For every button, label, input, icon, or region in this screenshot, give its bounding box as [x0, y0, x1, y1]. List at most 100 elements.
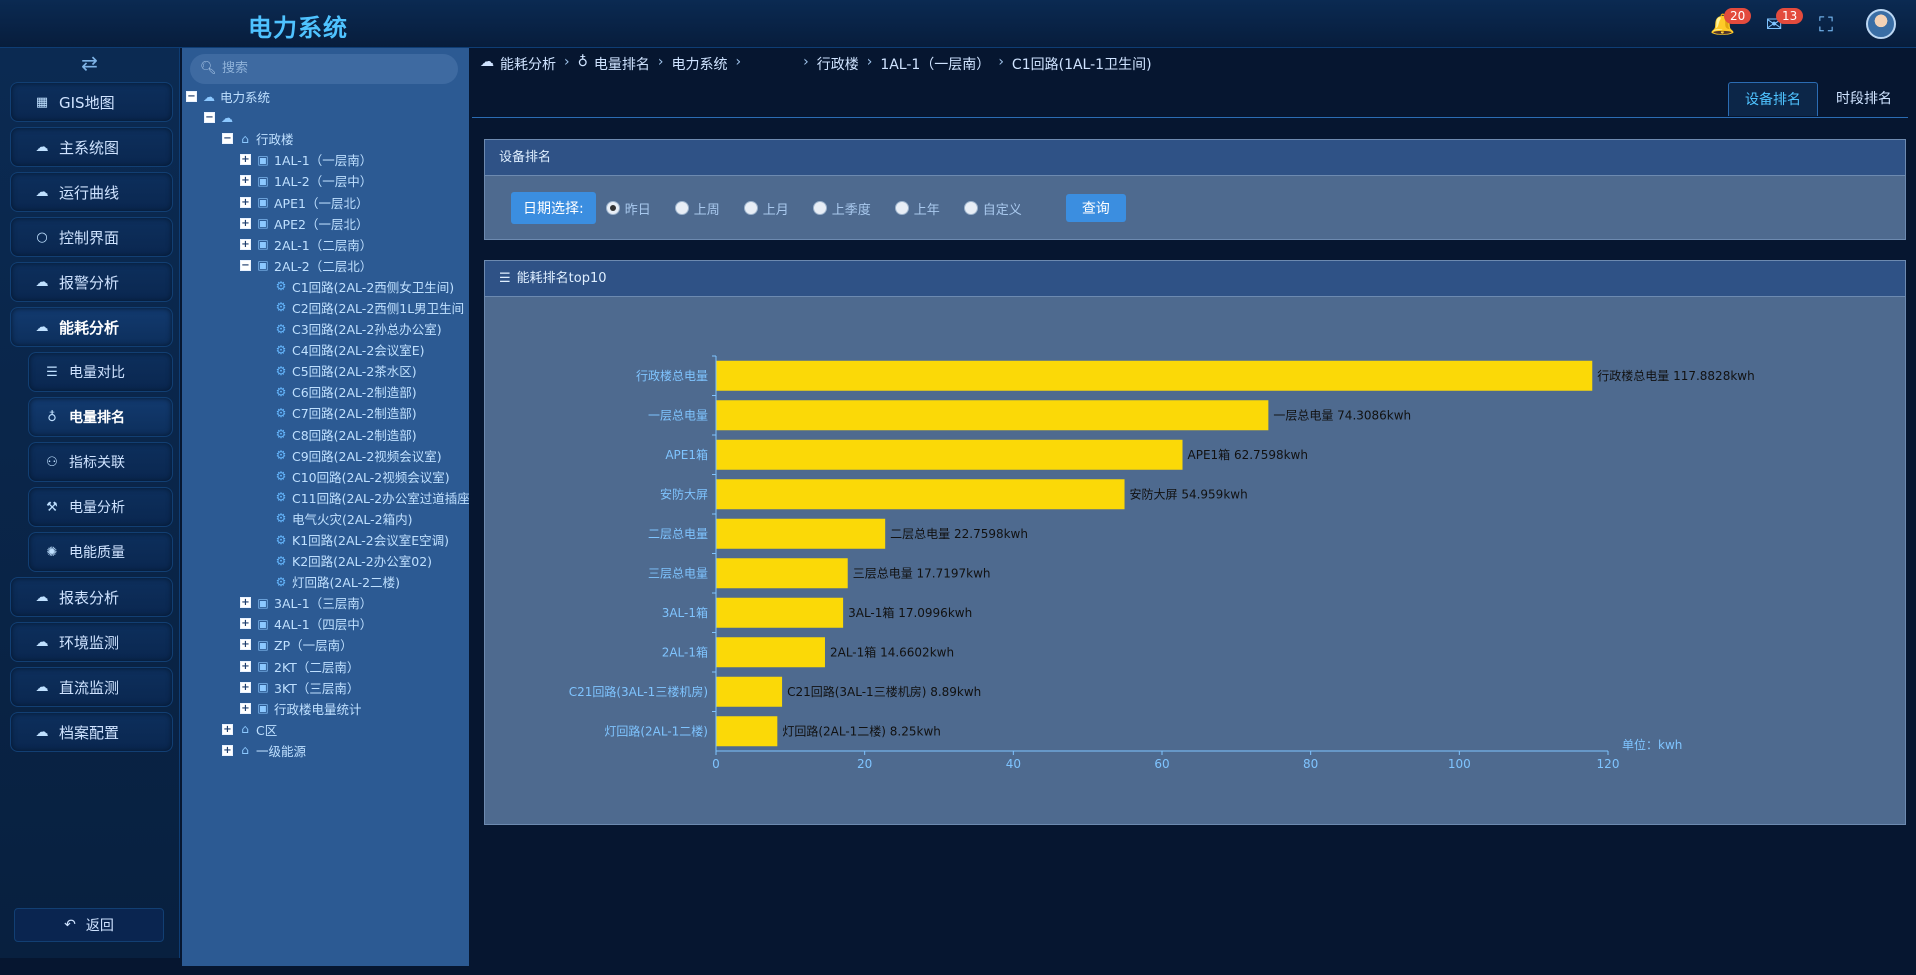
tree-node[interactable]: ⚙ C6回路(2AL-2制造部)	[182, 381, 469, 402]
date-option-radio[interactable]: 自定义	[963, 199, 1022, 218]
tree-node[interactable]: + ▣ 4AL-1（四层中）	[182, 613, 469, 634]
breadcrumb-item[interactable]	[749, 54, 795, 74]
sidebar-item-0[interactable]: ▦ GIS地图	[10, 82, 173, 122]
tab-period-ranking[interactable]: 时段排名	[1820, 82, 1908, 116]
expand-icon[interactable]: +	[222, 723, 233, 735]
expand-icon[interactable]: +	[240, 597, 251, 609]
breadcrumb-item[interactable]: 电力系统	[671, 54, 727, 74]
expand-icon[interactable]: +	[240, 639, 251, 651]
expand-icon[interactable]: +	[240, 702, 251, 714]
expand-icon[interactable]: +	[240, 196, 251, 208]
tree-node[interactable]: + ▣ 3KT（三层南）	[182, 677, 469, 698]
avatar[interactable]	[1866, 9, 1896, 39]
tree-node[interactable]: + ▣ ZP（一层南）	[182, 634, 469, 655]
sidebar-item-4[interactable]: ☁ 报警分析	[10, 262, 173, 302]
radio-icon[interactable]	[674, 201, 689, 215]
radio-icon[interactable]	[894, 201, 909, 215]
date-option-radio[interactable]: 上月	[743, 199, 789, 218]
chip-icon: ⚙	[275, 363, 287, 378]
back-button[interactable]: ↶ 返回	[14, 908, 164, 942]
date-option-radio[interactable]: 上周	[674, 199, 720, 218]
sidebar-item-10[interactable]: ✺ 电能质量	[28, 532, 173, 572]
sidebar-item-2[interactable]: ☁ 运行曲线	[10, 172, 173, 212]
radio-icon[interactable]	[963, 201, 978, 215]
tree-node[interactable]: − ▣ 2AL-2（二层北）	[182, 255, 469, 276]
tree-node[interactable]: + ▣ 1AL-2（一层中）	[182, 170, 469, 191]
sidebar-item-14[interactable]: ☁ 档案配置	[10, 712, 173, 752]
radio-icon[interactable]	[605, 201, 620, 215]
tree-node[interactable]: + ⌂ 一级能源	[182, 740, 469, 761]
tree-node[interactable]: ⚙ 电气火灾(2AL-2箱内)	[182, 508, 469, 529]
date-option-radio[interactable]: 上季度	[812, 199, 871, 218]
collapse-icon[interactable]: −	[204, 112, 215, 124]
tree-node[interactable]: ⚙ K1回路(2AL-2会议室E空调)	[182, 529, 469, 550]
expand-icon[interactable]: +	[240, 154, 251, 166]
tree-node[interactable]: − ⌂ 行政楼	[182, 128, 469, 149]
expand-icon[interactable]: +	[240, 217, 251, 229]
sidebar-item-11[interactable]: ☁ 报表分析	[10, 577, 173, 617]
tree-node[interactable]: + ▣ 3AL-1（三层南）	[182, 592, 469, 613]
breadcrumb-item[interactable]: C1回路(1AL-1卫生间)	[1012, 54, 1152, 74]
breadcrumb-item[interactable]: 1AL-1（一层南）	[880, 54, 990, 74]
tab-device-ranking[interactable]: 设备排名	[1728, 82, 1818, 116]
tree-node[interactable]: + ⌂ C区	[182, 719, 469, 740]
tree-node[interactable]: ⚙ C4回路(2AL-2会议室E)	[182, 339, 469, 360]
sidebar-item-13[interactable]: ☁ 直流监测	[10, 667, 173, 707]
breadcrumb-item[interactable]: 行政楼	[817, 54, 859, 74]
tree-node[interactable]: ⚙ C9回路(2AL-2视频会议室)	[182, 445, 469, 466]
sidebar-item-12[interactable]: ☁ 环境监测	[10, 622, 173, 662]
bar	[716, 400, 1269, 431]
date-option-radio[interactable]: 昨日	[605, 199, 651, 218]
collapse-icon[interactable]: −	[240, 259, 251, 271]
sidebar-item-9[interactable]: ⚒ 电量分析	[28, 487, 173, 527]
sidebar-item-3[interactable]: ○ 控制界面	[10, 217, 173, 257]
tree-node[interactable]: ⚙ K2回路(2AL-2办公室02)	[182, 550, 469, 571]
breadcrumb-item[interactable]: 能耗分析	[500, 54, 556, 74]
sidebar-item-6[interactable]: ☰ 电量对比	[28, 352, 173, 392]
date-select-label: 日期选择:	[511, 192, 596, 224]
chip-icon: ⚙	[275, 384, 287, 399]
radio-icon[interactable]	[812, 201, 827, 215]
tree-node[interactable]: ⚙ C10回路(2AL-2视频会议室)	[182, 466, 469, 487]
radio-icon[interactable]	[743, 201, 758, 215]
expand-icon[interactable]: +	[240, 175, 251, 187]
expand-icon[interactable]: +	[240, 618, 251, 630]
chip-icon: ⚙	[275, 574, 287, 589]
tree-node[interactable]: ⚙ 灯回路(2AL-2二楼)	[182, 571, 469, 592]
breadcrumb-item[interactable]: 电量排名	[594, 54, 650, 74]
mail-icon[interactable]: ✉ 13	[1762, 8, 1804, 36]
chip-icon: ⚙	[275, 427, 287, 442]
tree-node[interactable]: ⚙ C2回路(2AL-2西侧1L男卫生间	[182, 297, 469, 318]
sidebar-item-5[interactable]: ☁ 能耗分析	[10, 307, 173, 347]
query-button[interactable]: 查询	[1065, 194, 1126, 222]
expand-icon[interactable]: +	[240, 681, 251, 693]
tree-node[interactable]: ⚙ C7回路(2AL-2制造部)	[182, 402, 469, 423]
date-option-radio[interactable]: 上年	[894, 199, 940, 218]
expand-icon[interactable]: +	[240, 660, 251, 672]
tree-node[interactable]: − ☁ 电力系统	[182, 86, 469, 107]
tree-node[interactable]: ⚙ C1回路(2AL-2西侧女卫生间)	[182, 276, 469, 297]
back-label: 返回	[85, 918, 114, 934]
tree-node[interactable]: ⚙ C5回路(2AL-2茶水区)	[182, 360, 469, 381]
tree-node[interactable]: + ▣ APE2（一层北）	[182, 213, 469, 234]
tree-node[interactable]: ⚙ C8回路(2AL-2制造部)	[182, 424, 469, 445]
expand-icon[interactable]: +	[222, 744, 233, 756]
bell-icon[interactable]: 🔔 20	[1710, 8, 1752, 36]
expand-icon[interactable]: +	[240, 238, 251, 250]
tree-node[interactable]: + ▣ 2KT（二层南）	[182, 656, 469, 677]
tree-node[interactable]: + ▣ 2AL-1（二层南）	[182, 234, 469, 255]
sidebar-item-8[interactable]: ⚇ 指标关联	[28, 442, 173, 482]
tree-node[interactable]: ⚙ C3回路(2AL-2孙总办公室)	[182, 318, 469, 339]
tree-node[interactable]: − ☁	[182, 107, 469, 128]
sidebar-item-1[interactable]: ☁ 主系统图	[10, 127, 173, 167]
collapse-icon[interactable]: −	[222, 133, 233, 145]
tree-node[interactable]: + ▣ APE1（一层北）	[182, 191, 469, 212]
search-input[interactable]: 🔍︎ 搜索	[190, 54, 458, 84]
swap-icon[interactable]: ⇄	[0, 48, 179, 78]
collapse-icon[interactable]: −	[186, 91, 197, 103]
tree-node[interactable]: + ▣ 1AL-1（一层南）	[182, 149, 469, 170]
tree-node[interactable]: ⚙ C11回路(2AL-2办公室过道插座	[182, 487, 469, 508]
fullscreen-icon[interactable]: ⛶	[1814, 12, 1838, 36]
tree-node[interactable]: + ▣ 行政楼电量统计	[182, 698, 469, 719]
sidebar-item-7[interactable]: ♁ 电量排名	[28, 397, 173, 437]
